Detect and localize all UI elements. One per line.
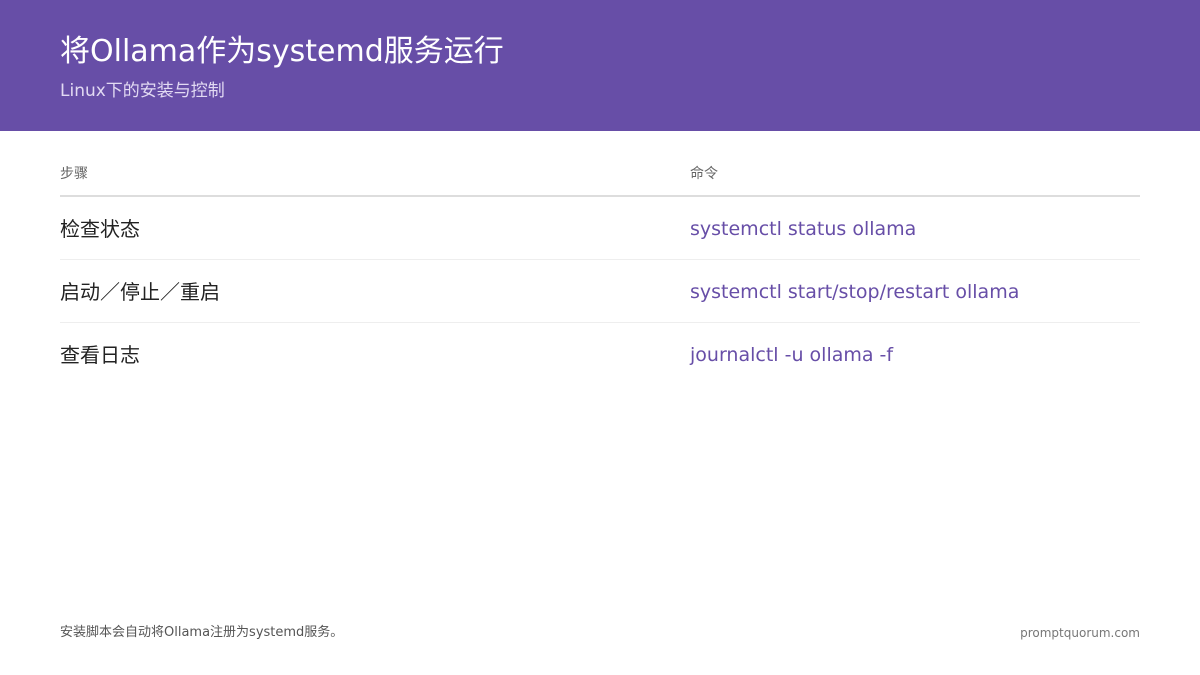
table-header: 步骤 命令 — [60, 160, 1140, 197]
footer-site-link[interactable]: promptquorum.com — [1020, 625, 1140, 641]
command-cell: journalctl -u ollama -f — [690, 344, 894, 366]
table-row: 查看日志 journalctl -u ollama -f — [60, 323, 1140, 385]
commands-table: 步骤 命令 检查状态 systemctl status ollama 启动／停止… — [60, 160, 1140, 385]
table-row: 启动／停止／重启 systemctl start/stop/restart ol… — [60, 260, 1140, 323]
command-cell: systemctl start/stop/restart ollama — [690, 281, 1020, 303]
column-header-step: 步骤 — [60, 166, 88, 182]
step-cell: 启动／停止／重启 — [60, 280, 220, 304]
footer-note: 安装脚本会自动将Ollama注册为systemd服务。 — [60, 625, 344, 640]
table-row: 检查状态 systemctl status ollama — [60, 197, 1140, 260]
command-cell: systemctl status ollama — [690, 218, 917, 240]
page-title: 将Ollama作为systemd服务运行 — [60, 34, 504, 69]
page-subtitle: Linux下的安装与控制 — [60, 81, 225, 101]
header-banner: 将Ollama作为systemd服务运行 Linux下的安装与控制 — [0, 0, 1200, 131]
column-header-command: 命令 — [690, 166, 718, 182]
step-cell: 查看日志 — [60, 343, 140, 367]
step-cell: 检查状态 — [60, 217, 140, 241]
